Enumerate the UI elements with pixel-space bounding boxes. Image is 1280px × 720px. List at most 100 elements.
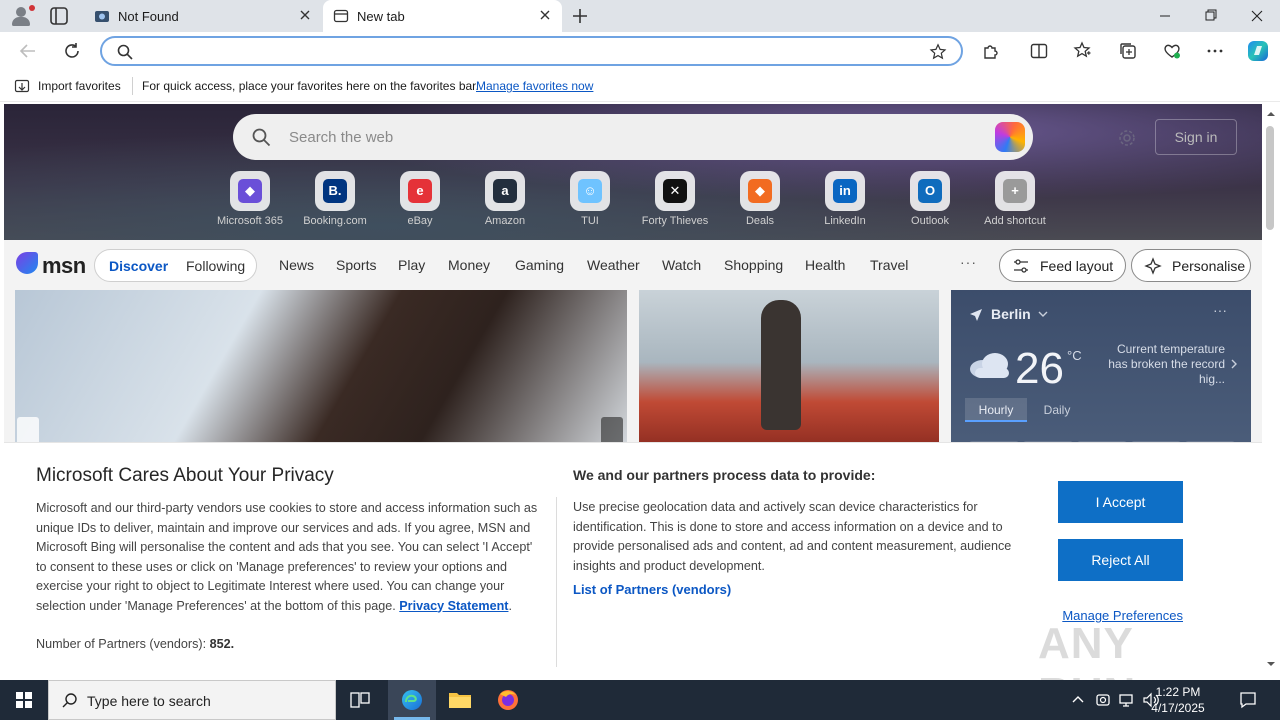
shortcut-label: TUI [581, 215, 599, 227]
privacy-statement-link[interactable]: Privacy Statement [399, 599, 508, 613]
shortcut-glyph: ✕ [663, 179, 687, 203]
weather-temperature: 26 [1015, 344, 1064, 393]
nav-travel[interactable]: Travel [870, 257, 908, 273]
collections-icon[interactable] [1118, 41, 1138, 61]
shortcut-tile[interactable]: O Outlook [888, 171, 972, 233]
page-scrollbar[interactable] [1262, 104, 1280, 676]
file-explorer-icon[interactable] [436, 680, 484, 720]
tab-hourly[interactable]: Hourly [965, 398, 1027, 422]
network-icon[interactable] [1117, 690, 1137, 710]
msn-logo[interactable]: msn [16, 250, 86, 278]
sliders-icon [1014, 259, 1028, 273]
page-settings-gear-icon[interactable] [1117, 128, 1137, 148]
shortcut-tile[interactable]: B. Booking.com [293, 171, 377, 233]
tab-actions-icon[interactable] [48, 6, 70, 26]
shortcut-label: Outlook [911, 215, 949, 227]
shortcut-tile[interactable]: ◆ Microsoft 365 [208, 171, 292, 233]
close-tab-icon[interactable] [538, 8, 552, 22]
tab-new-tab[interactable]: New tab [323, 0, 562, 32]
chevron-down-icon[interactable] [1037, 308, 1049, 320]
system-clock[interactable]: 1:22 PM 4/17/2025 [1138, 684, 1218, 716]
tab-daily[interactable]: Daily [1037, 398, 1077, 422]
clock-time: 1:22 PM [1155, 685, 1201, 699]
nav-news[interactable]: News [279, 257, 314, 273]
nav-more-button[interactable]: ··· [960, 254, 977, 270]
shortcut-tile[interactable]: ✕ Forty Thieves [633, 171, 717, 233]
tab-discover[interactable]: Discover [109, 258, 168, 274]
split-screen-icon[interactable] [1029, 41, 1049, 61]
shortcut-glyph: ◆ [748, 179, 772, 203]
restore-icon[interactable] [1188, 0, 1234, 32]
list-of-partners-link[interactable]: List of Partners (vendors) [573, 582, 731, 597]
import-favorites-button[interactable]: Import favorites [38, 79, 121, 93]
weather-city[interactable]: Berlin [991, 306, 1031, 322]
nav-shopping[interactable]: Shopping [724, 257, 783, 273]
manage-favorites-link[interactable]: Manage favorites now [476, 79, 593, 93]
tab-not-found[interactable]: Not Found [84, 0, 322, 32]
shortcut-icon: e [400, 171, 440, 211]
hero-news-card-image[interactable] [15, 290, 627, 450]
accept-button[interactable]: I Accept [1058, 481, 1183, 523]
personalise-button[interactable]: Personalise [1131, 249, 1251, 282]
tab-title: Not Found [118, 9, 179, 24]
shortcut-tile[interactable]: + Add shortcut [973, 171, 1057, 233]
copilot-search-icon[interactable] [995, 122, 1025, 152]
nav-money[interactable]: Money [448, 257, 490, 273]
address-bar[interactable] [100, 36, 963, 66]
close-tab-icon[interactable] [298, 8, 312, 22]
shortcut-tile[interactable]: in LinkedIn [803, 171, 887, 233]
extensions-icon[interactable] [981, 41, 1001, 61]
import-favorites-icon[interactable] [14, 78, 30, 94]
nav-watch[interactable]: Watch [662, 257, 701, 273]
weather-card[interactable]: Berlin ··· 26 °C Current temperature has… [951, 290, 1251, 450]
firefox-icon[interactable] [484, 680, 532, 720]
address-input[interactable] [142, 42, 922, 60]
chevron-up-icon[interactable] [1068, 690, 1088, 710]
task-view-icon[interactable] [336, 680, 384, 720]
more-options-icon[interactable] [1205, 41, 1225, 61]
news-card-image[interactable] [639, 290, 939, 450]
scroll-up-arrow-icon[interactable] [1267, 110, 1275, 118]
nav-weather[interactable]: Weather [587, 257, 640, 273]
tab-following[interactable]: Following [186, 258, 245, 274]
taskbar-search-box[interactable]: Type here to search [48, 680, 336, 720]
copilot-icon[interactable] [1246, 39, 1270, 63]
web-search-box[interactable]: Search the web [233, 114, 1033, 160]
weather-alert[interactable]: Current temperature has broken the recor… [1097, 342, 1237, 387]
favorites-icon[interactable] [1073, 41, 1093, 61]
taskbar-search-placeholder: Type here to search [87, 693, 211, 709]
nav-health[interactable]: Health [805, 257, 845, 273]
profile-avatar-icon[interactable] [8, 4, 35, 28]
notification-center-icon[interactable] [1238, 690, 1258, 710]
divider [132, 77, 133, 95]
reject-all-button[interactable]: Reject All [1058, 539, 1183, 581]
privacy-title: Microsoft Cares About Your Privacy [36, 465, 334, 486]
shortcut-icon: a [485, 171, 525, 211]
shortcut-tile[interactable]: a Amazon [463, 171, 547, 233]
meet-now-icon[interactable] [1093, 690, 1113, 710]
minimize-icon[interactable] [1142, 0, 1188, 32]
back-arrow-icon[interactable] [17, 40, 39, 62]
shortcut-tile[interactable]: ◆ Deals [718, 171, 802, 233]
shortcut-tile[interactable]: e eBay [378, 171, 462, 233]
chevron-right-icon [1231, 359, 1237, 369]
weather-alert-text: Current temperature has broken the recor… [1108, 342, 1225, 386]
nav-gaming[interactable]: Gaming [515, 257, 564, 273]
edge-taskbar-button[interactable] [388, 680, 436, 720]
weather-more-icon[interactable]: ··· [1213, 302, 1227, 318]
nav-play[interactable]: Play [398, 257, 425, 273]
browser-essentials-icon[interactable] [1162, 41, 1182, 61]
add-favorite-star-icon[interactable] [929, 43, 947, 61]
scrollbar-thumb[interactable] [1266, 126, 1274, 230]
windows-start-icon[interactable] [0, 680, 48, 720]
scroll-down-arrow-icon[interactable] [1267, 660, 1275, 668]
shortcut-tile[interactable]: ☺ TUI [548, 171, 632, 233]
tab-strip: Not Found New tab [0, 0, 1280, 32]
feed-layout-button[interactable]: Feed layout [999, 249, 1126, 282]
refresh-icon[interactable] [61, 40, 83, 62]
close-window-icon[interactable] [1234, 0, 1280, 32]
new-tab-plus-icon[interactable] [570, 6, 590, 26]
sign-in-button[interactable]: Sign in [1155, 119, 1237, 155]
nav-sports[interactable]: Sports [336, 257, 376, 273]
msn-logo-icon [16, 252, 38, 274]
